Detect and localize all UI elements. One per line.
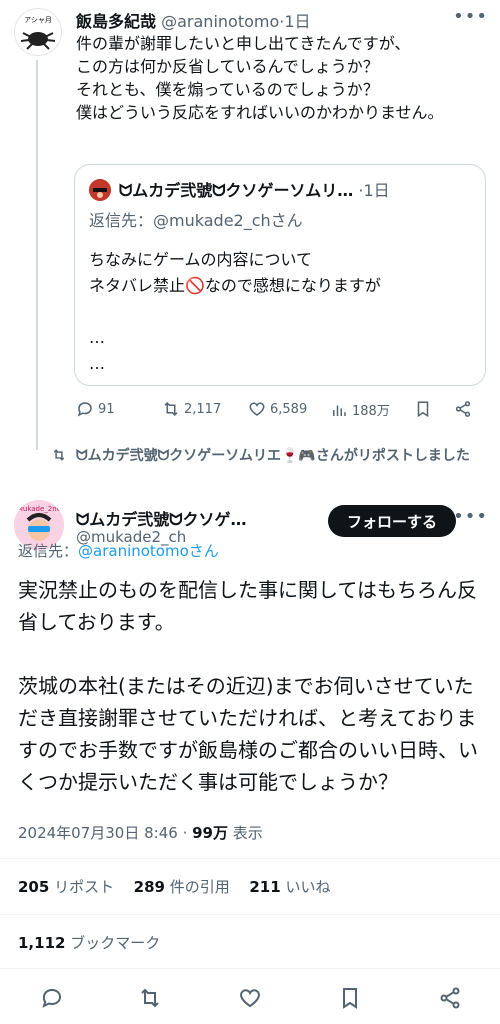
repost-banner[interactable]: ᗢムカデ弐號ᗢクソゲーソムリエ🍷🎮さんがリポストしました: [76, 446, 492, 466]
follow-button[interactable]: フォローする: [328, 505, 456, 537]
share-button[interactable]: [438, 986, 462, 1010]
quote-header: ᗢムカデ弐號ᗢクソゲーソムリ… ·1日: [119, 181, 390, 200]
quoted-tweet-card[interactable]: ᗢムカデ弐號ᗢクソゲーソムリ… ·1日 返信先：@mukade2_chさん ちな…: [74, 164, 486, 386]
tweet-text: 件の輩が謝罪したいと申し出てきたんですが、 この方は何か反省しているんでしょうか…: [76, 34, 444, 122]
like-button[interactable]: 6,589: [248, 400, 307, 418]
thread-line: [36, 60, 38, 450]
tweet-text: 実況禁止のものを配信した事に関してはもちろん反省しております。 茨城の本社(また…: [18, 578, 478, 794]
quote-time: 1日: [363, 181, 390, 200]
like-count: 6,589: [270, 401, 308, 417]
likes-stat[interactable]: 211 いいね: [249, 878, 330, 896]
reposts-stat[interactable]: 205 リポスト: [18, 878, 114, 896]
avatar-text: Mukade_2nd: [17, 505, 61, 513]
reply-count: 91: [98, 401, 115, 417]
reply-to: 返信先：@araninotomoさん: [18, 542, 219, 560]
avatar-text: アシャ月: [24, 16, 52, 24]
quotes-stat[interactable]: 289 件の引用: [134, 878, 230, 896]
repost-icon: [141, 988, 159, 1008]
repost-button[interactable]: 2,117: [162, 400, 221, 418]
share-icon: [455, 401, 471, 417]
views-icon: [333, 405, 346, 416]
view-count: 99万: [192, 824, 228, 842]
quote-avatar: [89, 179, 111, 201]
reply-button[interactable]: 91: [76, 400, 115, 418]
share-icon: [440, 987, 460, 1009]
reply-button[interactable]: [40, 986, 64, 1010]
repost-icon: [164, 401, 178, 417]
more-icon[interactable]: •••: [453, 506, 488, 527]
author-avatar[interactable]: アシャ月: [14, 8, 62, 56]
reply-to-handle[interactable]: @araninotomo: [78, 542, 189, 560]
bookmark-icon: [343, 988, 357, 1009]
author-name[interactable]: 飯島多紀哉: [76, 12, 156, 31]
views-button[interactable]: 188万: [330, 400, 390, 419]
tweet-time[interactable]: 1日: [284, 12, 310, 31]
bookmark-button[interactable]: [338, 986, 362, 1010]
quote-text: ちなみにゲームの内容について ネタバレ禁止🚫なので感想になりますが … …: [89, 250, 381, 373]
bookmarks-stat[interactable]: 1,112 ブックマーク: [18, 932, 160, 953]
like-button[interactable]: [238, 986, 262, 1010]
quote-reply-handle: @mukade2_ch: [153, 211, 271, 230]
tweet-datetime[interactable]: 2024年07月30日 8:46: [18, 824, 178, 842]
more-icon[interactable]: •••: [453, 6, 488, 27]
divider: [0, 914, 500, 915]
divider: [0, 968, 500, 969]
views-count: 188万: [352, 404, 390, 419]
repost-count: 2,117: [184, 401, 222, 417]
repost-indicator-icon: [52, 448, 66, 462]
engagement-stats: 205 リポスト 289 件の引用 211 いいね: [18, 876, 330, 897]
tweet-header: 飯島多紀哉 @araninotomo·1日: [76, 12, 311, 31]
bookmark-button[interactable]: [414, 400, 432, 418]
reply-icon: [42, 988, 62, 1008]
bookmark-icon: [417, 401, 429, 418]
quote-author-name: ᗢムカデ弐號ᗢクソゲーソムリ…: [119, 181, 354, 200]
reply-icon: [77, 402, 92, 417]
author-name[interactable]: ᗢムカデ弐號ᗢクソゲ…: [76, 506, 247, 530]
view-label: 表示: [232, 824, 263, 842]
quote-reply-to: 返信先：@mukade2_chさん: [89, 211, 303, 230]
divider: [0, 858, 500, 859]
tweet-meta: 2024年07月30日 8:46 · 99万 表示: [18, 824, 263, 842]
author-handle[interactable]: @araninotomo: [161, 12, 279, 31]
share-button[interactable]: [454, 400, 472, 418]
like-icon: [240, 989, 260, 1008]
repost-button[interactable]: [138, 986, 162, 1010]
like-icon: [249, 402, 265, 416]
